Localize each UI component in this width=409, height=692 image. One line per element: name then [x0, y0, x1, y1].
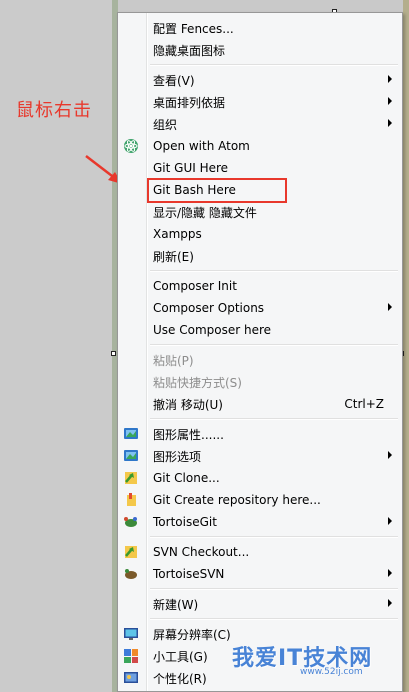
menu-item-g1-6[interactable]: 显示/隐藏 隐藏文件	[120, 201, 400, 223]
git-clone-icon	[123, 470, 139, 486]
menu-item-u[interactable]: 撤消 移动(U) Ctrl+Z	[120, 393, 400, 415]
menu-item-fences[interactable]: 配置 Fences...	[120, 17, 400, 39]
atom-icon	[123, 138, 139, 154]
git-create-icon	[123, 492, 139, 508]
menu-item-label: Xampps	[153, 227, 202, 241]
menu-item-label: Use Composer here	[153, 323, 272, 337]
menu-separator	[150, 588, 398, 590]
menu-item-xampps[interactable]: Xampps	[120, 223, 400, 245]
menu-item-label: 桌面排列依据	[153, 95, 226, 110]
menu-item-s: 粘贴快捷方式(S)	[120, 371, 400, 393]
menu-item-label: SVN Checkout...	[153, 545, 250, 559]
menu-separator	[150, 536, 398, 538]
menu-item-svn-checkout[interactable]: SVN Checkout...	[120, 541, 400, 563]
menu-item-label: TortoiseGit	[153, 515, 217, 529]
menu-item-label: Git Clone...	[153, 471, 220, 485]
tortoise-svn-icon	[123, 566, 139, 582]
menu-item-label: Git GUI Here	[153, 161, 229, 175]
menu-item-label: 显示/隐藏 隐藏文件	[153, 205, 257, 220]
svn-checkout-icon	[123, 544, 139, 560]
menu-item-label: 新建(W)	[153, 597, 199, 612]
gadgets-icon	[123, 648, 139, 664]
menu-item-p: 粘贴(P)	[120, 349, 400, 371]
menu-item-tortoisesvn[interactable]: TortoiseSVN	[120, 563, 400, 585]
watermark-url: www.52ij.com	[300, 667, 363, 677]
submenu-arrow-icon	[388, 569, 392, 577]
menu-item-w[interactable]: 新建(W)	[120, 593, 400, 615]
menu-item-g1-1[interactable]: 桌面排列依据	[120, 91, 400, 113]
menu-item-g1-2[interactable]: 组织	[120, 113, 400, 135]
menu-item-label: 图形选项	[153, 449, 202, 464]
menu-item-e[interactable]: 刷新(E)	[120, 245, 400, 267]
personalize-icon	[123, 670, 139, 686]
menu-item-label: 粘贴(P)	[153, 353, 194, 368]
menu-item-label: Composer Options	[153, 301, 265, 315]
menu-item-label: 粘贴快捷方式(S)	[153, 375, 242, 390]
menu-item-label: 个性化(R)	[153, 671, 207, 686]
submenu-arrow-icon	[388, 75, 392, 83]
resize-handle-left[interactable]	[111, 351, 116, 356]
submenu-arrow-icon	[388, 119, 392, 127]
graphics-icon	[123, 426, 139, 442]
menu-item-git-gui-here[interactable]: Git GUI Here	[120, 157, 400, 179]
menu-separator	[150, 618, 398, 620]
menu-item-label: 图形属性......	[153, 427, 224, 442]
context-menu: 配置 Fences... 隐藏桌面图标 查看(V) 桌面排列依据 组织 Open with…	[117, 12, 403, 692]
menu-item-composer-options[interactable]: Composer Options	[120, 297, 400, 319]
submenu-arrow-icon	[388, 97, 392, 105]
menu-item-g4-1[interactable]: 图形选项	[120, 445, 400, 467]
menu-item-label: 配置 Fences...	[153, 21, 234, 36]
menu-item-label: Composer Init	[153, 279, 237, 293]
menu-item-git-clone[interactable]: Git Clone...	[120, 467, 400, 489]
annotation-text: 鼠标右击	[16, 100, 92, 121]
menu-item-label: 小工具(G)	[153, 649, 208, 664]
submenu-arrow-icon	[388, 303, 392, 311]
menu-item-label: 组织	[153, 117, 178, 132]
git-bash-highlight-box	[147, 178, 287, 203]
menu-item-g4-0[interactable]: 图形属性......	[120, 423, 400, 445]
menu-item-git-create-repository-here[interactable]: Git Create repository here...	[120, 489, 400, 511]
tortoise-git-icon	[123, 514, 139, 530]
menu-item-label: TortoiseSVN	[153, 567, 225, 581]
menu-item-label: 撤消 移动(U)	[153, 397, 223, 412]
monitor-icon	[123, 626, 139, 642]
menu-item-label: 屏幕分辨率(C)	[153, 627, 231, 642]
menu-separator	[150, 344, 398, 346]
desktop-wallpaper-right	[403, 0, 409, 692]
menu-item-g0-1[interactable]: 隐藏桌面图标	[120, 39, 400, 61]
menu-separator	[150, 64, 398, 66]
menu-separator	[150, 270, 398, 272]
menu-item-v[interactable]: 查看(V)	[120, 69, 400, 91]
submenu-arrow-icon	[388, 599, 392, 607]
menu-item-label: 隐藏桌面图标	[153, 43, 226, 58]
menu-item-label: Git Create repository here...	[153, 493, 321, 507]
menu-item-shortcut: Ctrl+Z	[344, 397, 384, 411]
menu-item-tortoisegit[interactable]: TortoiseGit	[120, 511, 400, 533]
submenu-arrow-icon	[388, 451, 392, 459]
menu-separator	[150, 418, 398, 420]
submenu-arrow-icon	[388, 517, 392, 525]
menu-item-composer-init[interactable]: Composer Init	[120, 275, 400, 297]
menu-item-open-with-atom[interactable]: Open with Atom	[120, 135, 400, 157]
menu-item-label: Open with Atom	[153, 139, 250, 153]
menu-item-label: 刷新(E)	[153, 249, 194, 264]
graphics-icon	[123, 448, 139, 464]
menu-item-use-composer-here[interactable]: Use Composer here	[120, 319, 400, 341]
menu-item-label: 查看(V)	[153, 73, 195, 88]
